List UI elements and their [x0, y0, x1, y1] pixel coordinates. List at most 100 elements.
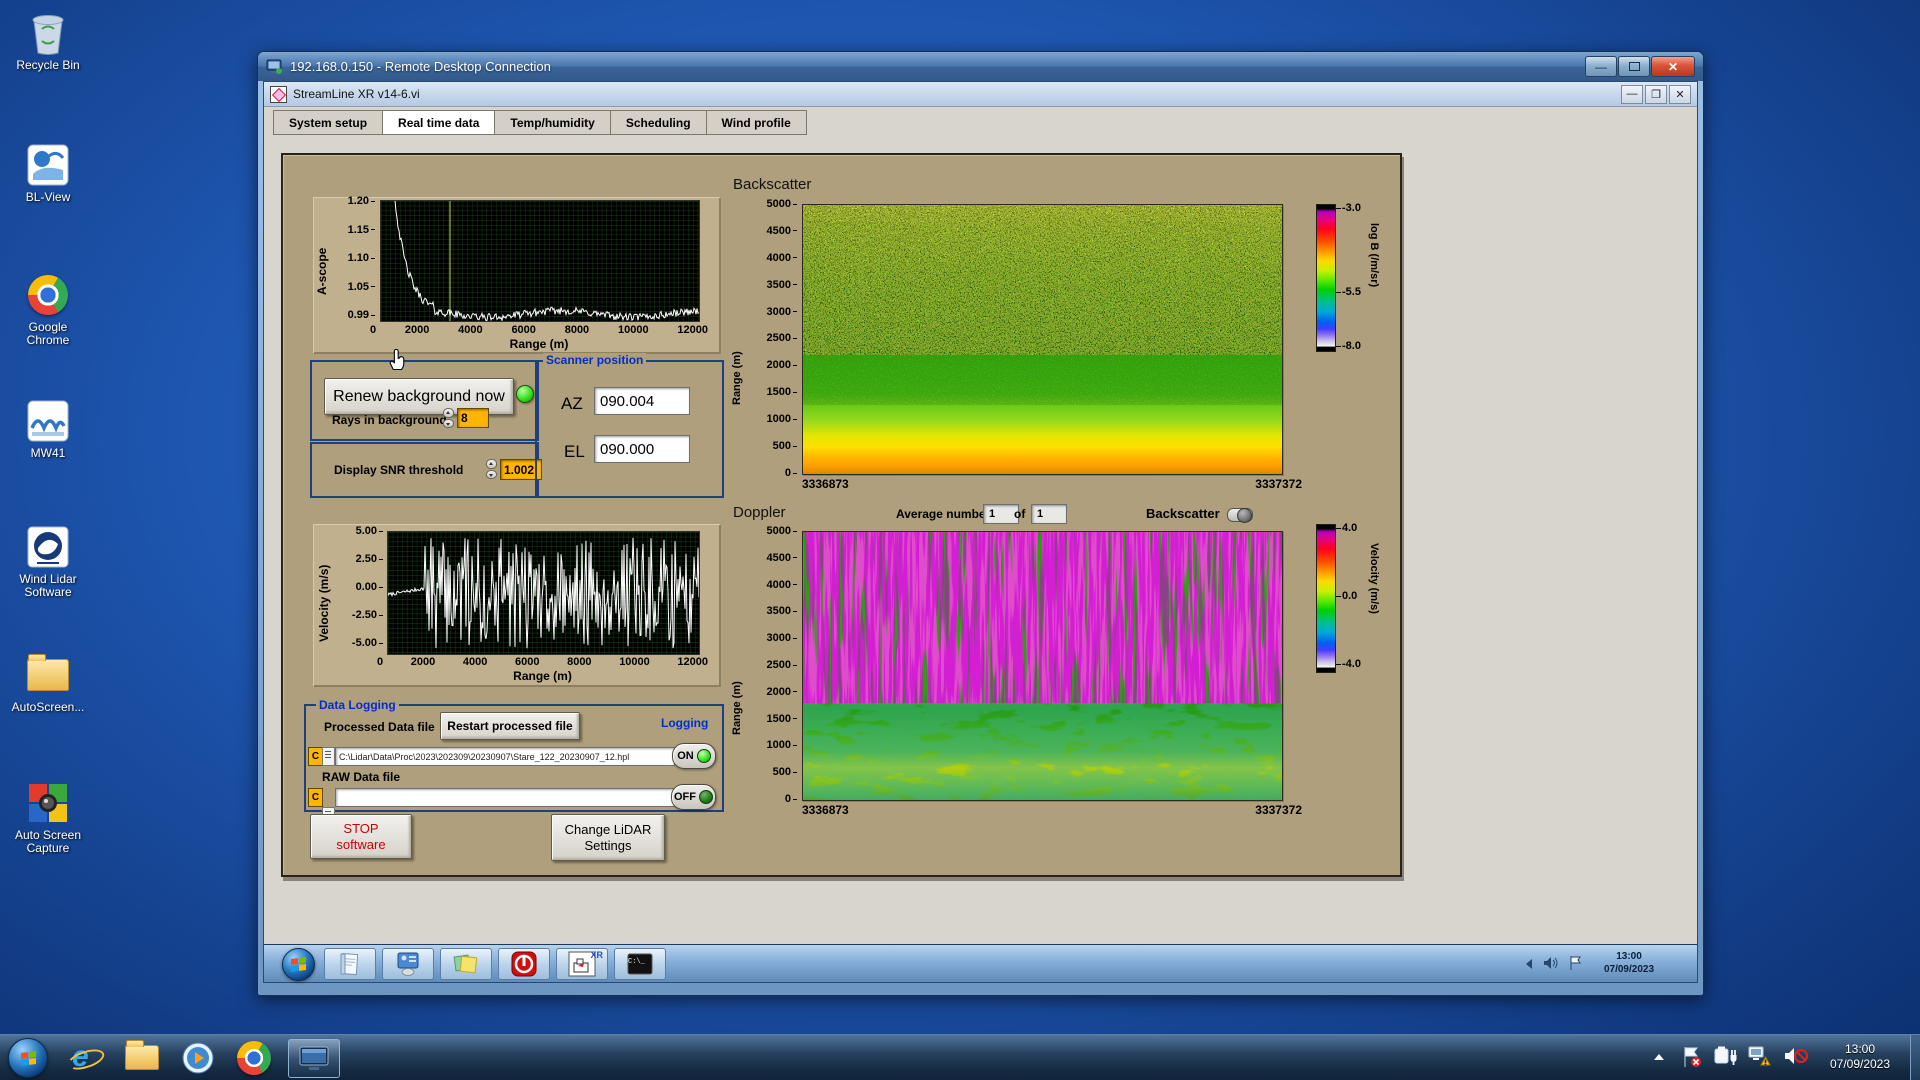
raw-logging-toggle[interactable]: OFF: [671, 784, 716, 810]
power-battery-icon[interactable]: [1714, 1046, 1738, 1066]
ascope-y-tick: 1.05: [348, 281, 375, 293]
doppler-y-tick: 3500: [767, 605, 797, 617]
doppler-cb-label: Velocity (m/s): [1368, 543, 1380, 614]
backscatter-y-tick: 0: [785, 467, 797, 479]
backscatter-x-range: 3336873 3337372: [802, 477, 1302, 491]
remote-taskbar-display-settings-icon[interactable]: [382, 948, 434, 980]
ascope-y-tick: 1.15: [348, 224, 375, 236]
desktop-icon-label: Google Chrome: [26, 320, 70, 347]
tab-temp-humidity[interactable]: Temp/humidity: [494, 110, 610, 135]
tab-wind-profile[interactable]: Wind profile: [705, 110, 807, 135]
average-total-field[interactable]: 1: [1031, 504, 1067, 524]
rdp-maximize-button[interactable]: [1618, 56, 1650, 77]
tab-scheduling[interactable]: Scheduling: [609, 110, 706, 135]
rdp-close-button[interactable]: ✕: [1651, 56, 1695, 77]
labview-vi-icon: [270, 85, 287, 103]
velocity-x-tick: 4000: [462, 656, 488, 668]
rdp-titlebar[interactable]: 192.168.0.150 - Remote Desktop Connectio…: [258, 52, 1703, 81]
remote-action-center-flag-icon[interactable]: [1569, 955, 1583, 971]
rays-value-field[interactable]: 8: [457, 408, 489, 428]
restart-processed-file-button[interactable]: Restart processed file: [440, 712, 580, 740]
host-clock[interactable]: 13:00 07/09/2023: [1814, 1042, 1906, 1072]
el-value-field[interactable]: 090.000: [594, 435, 690, 463]
backscatter-x-left: 3336873: [802, 477, 849, 491]
volume-muted-icon[interactable]: [1784, 1046, 1808, 1066]
average-number-label: Average number: [896, 507, 991, 521]
taskbar-google-chrome-icon[interactable]: [232, 1039, 276, 1076]
network-warning-icon[interactable]: [1748, 1046, 1772, 1067]
show-hidden-icons-arrow[interactable]: [1654, 1054, 1664, 1060]
desktop-icon-recycle-bin[interactable]: Recycle Bin: [6, 10, 90, 72]
remote-start-button[interactable]: [282, 948, 315, 981]
desktop-icon-auto-screen-capture[interactable]: Auto Screen Capture: [6, 780, 90, 855]
app-restore-button[interactable]: ❐: [1645, 84, 1667, 104]
app-titlebar[interactable]: StreamLine XR v14-6.vi — ❐ ✕: [264, 82, 1697, 107]
rdp-window: 192.168.0.150 - Remote Desktop Connectio…: [257, 51, 1704, 996]
taskbar-internet-explorer-icon[interactable]: e: [62, 1039, 107, 1076]
scanner-position-title: Scanner position: [543, 353, 647, 367]
tab-real-time-data[interactable]: Real time data: [382, 110, 495, 135]
renew-background-led: [516, 385, 534, 403]
velocity-y-tick: 5.00: [356, 525, 383, 537]
desktop-icon-label: Auto Screen Capture: [14, 828, 82, 855]
processed-file-browse-icon[interactable]: [322, 747, 335, 766]
backscatter-cb-label: log B (/m/sr): [1368, 223, 1380, 288]
taskbar-windows-explorer-icon[interactable]: [120, 1039, 164, 1076]
desktop-icon-label: MW41: [30, 446, 66, 460]
backscatter-cb-tick-bottom: -8.0: [1336, 340, 1361, 352]
doppler-cb-tick-bottom: -4.0: [1336, 658, 1361, 670]
taskbar-media-player-icon[interactable]: [176, 1039, 220, 1076]
snr-spinner[interactable]: [486, 459, 497, 479]
app-minimize-button[interactable]: —: [1621, 84, 1643, 104]
processed-logging-toggle[interactable]: ON: [672, 743, 716, 769]
desktop-icon-label: Recycle Bin: [16, 58, 80, 72]
rays-in-background-label: Rays in background: [332, 413, 447, 427]
remote-taskbar-command-prompt-icon[interactable]: C:\_: [614, 948, 666, 980]
stop-software-line1: STOP: [343, 820, 379, 836]
backscatter-y-axis-label: Range (m): [731, 351, 743, 405]
scanner-position-box: Scanner position AZ 090.004 EL 090.000: [535, 353, 724, 498]
processed-drive-badge[interactable]: C: [308, 747, 323, 766]
backscatter-toggle-label: Backscatter: [1146, 506, 1220, 521]
main-panel: A-scope 1.20 1.15 1.10 1.05 0.99 0 2000 4000 60…: [281, 153, 1402, 877]
ascope-plot: [380, 181, 700, 323]
desktop-icon-bl-view[interactable]: BL-View: [6, 142, 90, 204]
raw-drive-badge[interactable]: C: [308, 788, 323, 807]
backscatter-y-ticks: 5000 4500 4000 3500 3000 2500 2000 1500 1000 500 0: [751, 198, 797, 479]
stop-software-button[interactable]: STOP software: [310, 814, 412, 859]
rays-spinner[interactable]: [443, 408, 454, 428]
desktop-icon-mw41[interactable]: MW41: [6, 398, 90, 460]
velocity-graph-frame: Velocity (m/s) 5.00 2.50 0.00 -2.50 -5.00 0 2…: [313, 524, 720, 686]
remote-taskbar-streamline-xr-icon[interactable]: XR: [556, 948, 608, 980]
show-desktop-button[interactable]: [1910, 1035, 1920, 1080]
desktop-icon-wind-lidar[interactable]: Wind Lidar Software: [6, 524, 90, 599]
desktop-icon-google-chrome[interactable]: Google Chrome: [6, 272, 90, 347]
backscatter-y-tick: 2500: [767, 332, 797, 344]
data-logging-title: Data Logging: [316, 698, 399, 712]
taskbar-remote-desktop-icon[interactable]: [288, 1039, 340, 1078]
desktop-icon-autoscreen-folder[interactable]: AutoScreen...: [6, 652, 90, 714]
windows-flag-icon: [20, 1050, 36, 1066]
rdp-minimize-button[interactable]: —: [1585, 56, 1617, 77]
processed-path-field[interactable]: C:\Lidar\Data\Proc\2023\202309\20230907\…: [335, 747, 675, 766]
doppler-y-tick: 3000: [767, 632, 797, 644]
ascope-y-tick: 0.99: [348, 309, 375, 321]
host-start-button[interactable]: [8, 1038, 48, 1078]
remote-show-hidden-icons[interactable]: [1526, 959, 1532, 969]
change-lidar-settings-button[interactable]: Change LiDAR Settings: [551, 814, 665, 861]
backscatter-toggle-switch[interactable]: [1227, 508, 1253, 523]
remote-taskbar-sticky-notes-icon[interactable]: [440, 948, 492, 980]
action-center-flag-icon[interactable]: [1682, 1046, 1702, 1068]
desktop-icon-label: AutoScreen...: [11, 700, 85, 714]
raw-path-field[interactable]: [335, 788, 675, 807]
az-value-field[interactable]: 090.004: [594, 387, 690, 415]
remote-clock[interactable]: 13:00 07/09/2023: [1589, 950, 1669, 976]
doppler-y-tick: 500: [773, 766, 797, 778]
backscatter-y-tick: 2000: [767, 359, 797, 371]
rdp-app-icon: [266, 59, 282, 74]
remote-taskbar-notepad-icon[interactable]: [324, 948, 376, 980]
remote-taskbar-stop-app-icon[interactable]: [498, 948, 550, 980]
tab-system-setup[interactable]: System setup: [273, 110, 383, 135]
remote-volume-icon[interactable]: [1543, 955, 1559, 971]
app-close-button[interactable]: ✕: [1669, 84, 1691, 104]
